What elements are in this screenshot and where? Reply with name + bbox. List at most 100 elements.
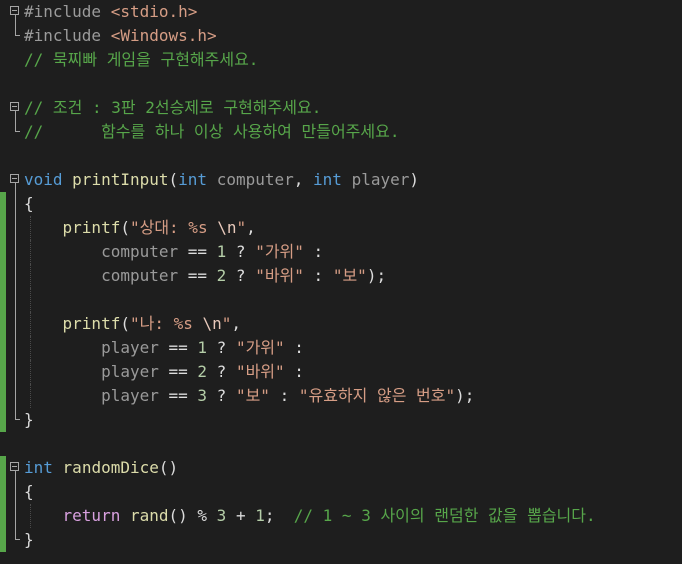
- code-token: computer: [101, 242, 179, 261]
- code-line[interactable]: }: [0, 408, 682, 432]
- code-token: ==: [178, 242, 217, 261]
- code-token: "보": [332, 266, 367, 285]
- code-line[interactable]: player == 3 ? "보" : "유효하지 않은 번호");: [0, 384, 682, 408]
- code-token: player: [101, 362, 159, 381]
- code-line[interactable]: printf("상대: %s \n",: [0, 216, 682, 240]
- collapse-icon[interactable]: [10, 6, 19, 15]
- fold-connector: [15, 15, 16, 24]
- code-token: #include: [24, 2, 111, 21]
- fold-end-marker: [15, 528, 20, 540]
- change-indicator-bar: [0, 288, 6, 312]
- code-token: "나: %s: [129, 314, 203, 333]
- code-line[interactable]: {: [0, 480, 682, 504]
- code-token: ==: [158, 386, 198, 405]
- change-indicator-bar: [0, 408, 6, 432]
- code-token: }: [24, 410, 34, 429]
- code-token: void: [24, 170, 63, 189]
- code-text: player == 3 ? "보" : "유효하지 않은 번호");: [24, 384, 474, 408]
- code-line[interactable]: [0, 144, 682, 168]
- code-token: ?: [226, 242, 256, 261]
- code-token: // 묵찌빠 게임을 구현해주세요.: [24, 50, 259, 69]
- fold-connector: [15, 183, 16, 408]
- change-indicator-bar: [0, 264, 6, 288]
- code-token: ": [236, 218, 247, 237]
- code-text: }: [24, 528, 34, 552]
- collapse-icon[interactable]: [10, 174, 19, 183]
- code-token: ==: [158, 338, 198, 357]
- collapse-icon[interactable]: [10, 102, 19, 111]
- change-indicator-bar: [0, 312, 6, 336]
- code-line[interactable]: // 조건 : 3판 2선승제로 구현해주세요.: [0, 96, 682, 120]
- code-token: ==: [158, 362, 198, 381]
- code-token: :: [303, 242, 324, 261]
- code-line[interactable]: [0, 288, 682, 312]
- fold-end-marker: [15, 408, 20, 420]
- fold-connector: [15, 111, 16, 120]
- code-line[interactable]: int randomDice(): [0, 456, 682, 480]
- code-line[interactable]: printf("나: %s \n",: [0, 312, 682, 336]
- change-indicator-bar: [0, 528, 6, 552]
- code-text: player == 2 ? "바위" :: [24, 360, 304, 384]
- code-token: ?: [207, 362, 236, 381]
- code-token: ==: [178, 266, 217, 285]
- code-token: :: [303, 266, 333, 285]
- code-text: // 묵찌빠 게임을 구현해주세요.: [24, 48, 258, 72]
- change-indicator-bar: [0, 216, 6, 240]
- code-editor[interactable]: #include <stdio.h> #include <Windows.h> //…: [0, 0, 682, 564]
- change-indicator-bar: [0, 504, 6, 528]
- code-line[interactable]: [0, 72, 682, 96]
- code-token: printf: [62, 218, 121, 237]
- change-indicator-bar: [0, 480, 6, 504]
- code-token: :: [284, 338, 304, 357]
- change-indicator-bar: [0, 240, 6, 264]
- code-line[interactable]: }: [0, 528, 682, 552]
- code-line[interactable]: return rand() % 3 + 1; // 1 ~ 3 사이의 랜덤한 …: [0, 504, 682, 528]
- code-token: 2: [197, 362, 208, 381]
- code-token: :: [269, 386, 299, 405]
- code-token: player: [101, 386, 159, 405]
- code-line[interactable]: player == 1 ? "가위" :: [0, 336, 682, 360]
- code-text: printf("상대: %s \n",: [24, 216, 256, 240]
- code-line[interactable]: computer == 1 ? "가위" :: [0, 240, 682, 264]
- code-text: #include <Windows.h>: [24, 24, 217, 48]
- code-token: "가위": [255, 242, 304, 261]
- code-token: player: [351, 170, 410, 189]
- code-token: 3: [216, 506, 227, 525]
- code-text: printf("나: %s \n",: [24, 312, 242, 336]
- code-token: computer: [216, 170, 294, 189]
- collapse-icon[interactable]: [10, 462, 19, 471]
- code-text: computer == 2 ? "바위" : "보");: [24, 264, 386, 288]
- code-token: ;: [264, 506, 294, 525]
- code-line[interactable]: #include <Windows.h>: [0, 24, 682, 48]
- code-token: (: [168, 170, 179, 189]
- code-text: computer == 1 ? "가위" :: [24, 240, 323, 264]
- code-token: <Windows.h>: [110, 26, 217, 45]
- code-line[interactable]: {: [0, 192, 682, 216]
- code-line[interactable]: player == 2 ? "바위" :: [0, 360, 682, 384]
- code-token: {: [24, 482, 34, 501]
- code-token: // 함수를 하나 이상 사용하여 만들어주세요.: [24, 122, 400, 141]
- code-line[interactable]: [0, 432, 682, 456]
- code-line[interactable]: // 함수를 하나 이상 사용하여 만들어주세요.: [0, 120, 682, 144]
- code-token: ,: [293, 170, 314, 189]
- code-line[interactable]: #include <stdio.h>: [0, 0, 682, 24]
- code-token: int: [24, 458, 53, 477]
- code-token: int: [178, 170, 208, 189]
- code-line[interactable]: // 묵찌빠 게임을 구현해주세요.: [0, 48, 682, 72]
- code-line[interactable]: void printInput(int computer, int player…: [0, 168, 682, 192]
- code-line[interactable]: computer == 2 ? "바위" : "보");: [0, 264, 682, 288]
- code-token: );: [455, 386, 475, 405]
- code-token: printInput: [72, 170, 169, 189]
- code-token: \n: [217, 218, 237, 237]
- code-text: // 함수를 하나 이상 사용하여 만들어주세요.: [24, 120, 399, 144]
- code-token: 1: [216, 242, 227, 261]
- code-token: rand: [129, 506, 169, 525]
- code-text: int randomDice(): [24, 456, 178, 480]
- code-token: );: [366, 266, 387, 285]
- code-token: 1: [255, 506, 265, 525]
